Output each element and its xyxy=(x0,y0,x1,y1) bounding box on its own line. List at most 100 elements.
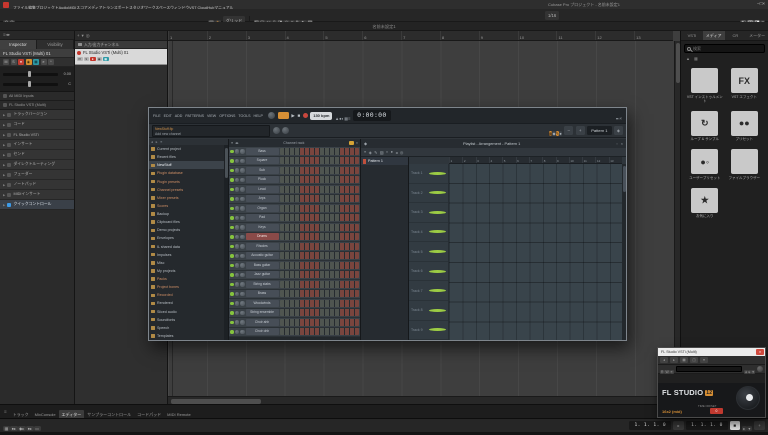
browser-folder-item[interactable]: Templates xyxy=(149,332,224,340)
track-mute-led[interactable] xyxy=(429,269,446,273)
channel-volume-knob[interactable] xyxy=(240,215,245,220)
channel-pan-knob[interactable] xyxy=(234,282,239,287)
channel-mute-led[interactable] xyxy=(230,168,234,172)
media-search-box[interactable] xyxy=(684,44,765,53)
expand-arrow-icon[interactable]: ▶ xyxy=(3,143,5,147)
tile-favorites[interactable]: ★ お気に入り xyxy=(686,185,724,223)
channel-mute-led[interactable] xyxy=(230,320,234,324)
channel-volume-knob[interactable] xyxy=(240,263,245,268)
track-mute-led[interactable] xyxy=(429,308,446,312)
playlist-track-header[interactable]: Track 8 xyxy=(409,301,448,321)
channel-pan-knob[interactable] xyxy=(234,272,239,277)
step-sequencer-cells[interactable] xyxy=(279,204,359,212)
playlist-menu-icon[interactable]: ≡ xyxy=(364,150,366,154)
playlist-track-header[interactable]: Track 9 xyxy=(409,321,448,341)
step-sequencer-cells[interactable] xyxy=(279,242,359,250)
channel-pan-knob[interactable] xyxy=(234,234,239,239)
playlist-track-header[interactable]: Track 1 xyxy=(409,164,448,184)
track-solo-button[interactable]: s xyxy=(83,56,89,61)
step-sequencer-cells[interactable] xyxy=(279,309,359,317)
monitor-button[interactable]: ◉ xyxy=(25,59,32,65)
channel-pan-knob[interactable] xyxy=(234,168,239,173)
instrument-icon[interactable]: ▦ xyxy=(33,59,39,65)
right-zone-tab[interactable]: メーター xyxy=(746,31,768,40)
main-volume-knob[interactable] xyxy=(272,127,280,134)
channel-volume-knob[interactable] xyxy=(240,149,245,154)
lower-zone-setup-icon[interactable]: ≡ xyxy=(4,409,7,414)
inspector-section[interactable]: ▶ センド xyxy=(0,150,74,160)
step-sequencer-cells[interactable] xyxy=(279,166,359,174)
channel-pan-knob[interactable] xyxy=(234,291,239,296)
play-button[interactable]: ▶ xyxy=(291,113,295,119)
channel-pan-knob[interactable] xyxy=(234,149,239,154)
channel-button[interactable]: Pad xyxy=(245,214,279,222)
instrument-track-selected[interactable]: FL Studio VSTi (Multi) 01 m s ● ◉ ▦ xyxy=(75,49,167,65)
cycle-mode-button[interactable]: ◆▸ xyxy=(17,425,26,431)
primary-time-display[interactable]: 1. 1. 1. 0 xyxy=(629,421,672,430)
channel-pan-knob[interactable] xyxy=(234,244,239,249)
expand-arrow-icon[interactable]: ▶ xyxy=(3,163,5,167)
channel-button[interactable]: Drums xyxy=(245,233,279,241)
rack-menu-icon[interactable]: ≡ xyxy=(231,141,233,145)
browser-scrollbar[interactable] xyxy=(224,145,228,340)
step-sequencer-cells[interactable] xyxy=(279,328,359,336)
channel-volume-knob[interactable] xyxy=(240,253,245,258)
inspector-section[interactable]: ▶ コード xyxy=(0,120,74,130)
browser-collapse-icon[interactable]: ◂ xyxy=(151,140,153,144)
browser-folder-item[interactable]: Plugin presets xyxy=(149,178,224,186)
pattern-increment-button[interactable]: + xyxy=(575,126,585,135)
channel-button[interactable]: Choir ahh xyxy=(245,318,279,326)
playlist-track-header[interactable]: Track 7 xyxy=(409,281,448,301)
buffer-size-label[interactable]: 16x2 (mid) xyxy=(662,409,682,414)
channel-volume-knob[interactable] xyxy=(240,177,245,182)
fl-menu-item[interactable]: VIEW xyxy=(207,114,216,118)
tile-presets[interactable]: ●● プリセット xyxy=(726,108,764,146)
playlist-maximize-icon[interactable]: ▫ xyxy=(616,142,617,146)
transport-corner-button[interactable]: + xyxy=(754,421,765,430)
mute-button[interactable]: M xyxy=(3,59,9,65)
audio-performance-meter[interactable]: ▭ xyxy=(33,425,41,431)
plugin-output-knob[interactable] xyxy=(757,366,763,372)
channel-button[interactable]: Woodwinds xyxy=(245,299,279,307)
inspector-tab[interactable]: Inspector xyxy=(0,40,37,49)
inspector-section[interactable]: ▶ ダイレクトルーティング xyxy=(0,160,74,170)
record-enable-button[interactable]: ● xyxy=(18,59,24,65)
playlist-ruler[interactable]: 1 2 3 4 5 6 7 8 9 10 11 12 13 xyxy=(449,157,622,164)
preset-name-field[interactable] xyxy=(675,366,742,372)
channel-volume-knob[interactable] xyxy=(240,196,245,201)
pattern-selector[interactable]: Pattern 1 xyxy=(587,126,612,135)
close-button[interactable]: × xyxy=(762,1,765,6)
channel-mute-led[interactable] xyxy=(230,159,234,163)
track-search-icon[interactable]: ◎ xyxy=(86,33,90,39)
channel-button[interactable]: Rhodes xyxy=(245,242,279,250)
pattern-picker-item[interactable]: Pattern 1 xyxy=(361,157,408,165)
expand-arrow-icon[interactable]: ▶ xyxy=(3,183,5,187)
plugin-write-automation[interactable]: W xyxy=(664,370,670,374)
browser-folder-item[interactable]: Plugin database xyxy=(149,169,224,177)
solo-button[interactable]: S xyxy=(10,59,17,65)
playlist-delete-icon[interactable]: × xyxy=(386,150,388,154)
channel-button[interactable]: Bass xyxy=(245,147,279,155)
step-sequencer-cells[interactable] xyxy=(279,185,359,193)
playlist-track-header[interactable]: Track 2 xyxy=(409,184,448,204)
channel-volume-knob[interactable] xyxy=(240,301,245,306)
browser-folder-item[interactable]: Current project xyxy=(149,145,224,153)
media-tile-view-icon[interactable]: ▦ xyxy=(694,56,698,61)
channel-mute-led[interactable] xyxy=(230,178,234,182)
browser-folder-item[interactable]: IL shared data xyxy=(149,243,224,251)
inspector-section[interactable]: ▶ トラックバージョン xyxy=(0,110,74,120)
browser-folder-item[interactable]: Clipboard files xyxy=(149,218,224,226)
tile-vst-effects[interactable]: FX VST エフェクト xyxy=(726,65,764,107)
channel-button[interactable]: Acoustic guitar xyxy=(245,252,279,260)
fl-menu-item[interactable]: FILE xyxy=(153,114,161,118)
record-mode-button[interactable]: ●▸ xyxy=(9,425,18,431)
tile-user-presets[interactable]: ●◦ ユーザープリセット xyxy=(686,146,724,184)
io-channels-folder[interactable]: 入力/出力チャンネル xyxy=(75,41,167,49)
playlist-slip-icon[interactable]: ◂ xyxy=(395,150,397,155)
browser-expand-icon[interactable]: ▸ xyxy=(156,140,158,144)
step-sequencer-cells[interactable] xyxy=(279,233,359,241)
timeline-ruler[interactable]: 1 2 3 4 5 6 7 8 9 10 11 12 13 xyxy=(168,31,673,41)
step-sequencer-cells[interactable] xyxy=(279,271,359,279)
rack-swing-icon[interactable]: ◂▸ xyxy=(235,141,239,145)
channel-pan-knob[interactable] xyxy=(234,206,239,211)
